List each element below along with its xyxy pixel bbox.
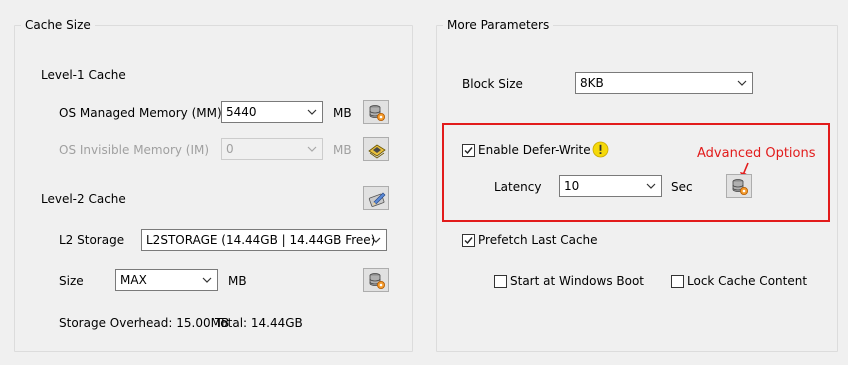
level2-cache-heading: Level-2 Cache: [41, 192, 126, 206]
l2-storage-label: L2 Storage: [59, 233, 125, 247]
level2-cache-edit-button[interactable]: [363, 186, 389, 210]
database-gear-icon: [369, 273, 385, 289]
start-at-windows-boot-label[interactable]: Start at Windows Boot: [510, 273, 644, 289]
prefetch-last-cache-label[interactable]: Prefetch Last Cache: [478, 232, 598, 248]
database-gear-icon: [732, 179, 748, 195]
advanced-options-button[interactable]: [726, 174, 752, 198]
l2-storage-value: L2STORAGE (14.44GB | 14.44GB Free): [146, 233, 376, 247]
chevron-down-icon: [646, 183, 656, 189]
enable-defer-write-checkbox[interactable]: [462, 144, 475, 157]
checkmark-icon: [464, 147, 473, 155]
latency-combo[interactable]: 10: [559, 175, 662, 197]
os-invisible-memory-label: OS Invisible Memory (IM): [59, 143, 210, 157]
l2-size-value: MAX: [120, 273, 147, 287]
latency-label: Latency: [494, 180, 542, 194]
os-invisible-memory-value: 0: [226, 142, 234, 156]
lock-cache-content-label[interactable]: Lock Cache Content: [687, 273, 807, 289]
storage-overhead-text: Storage Overhead: 15.00MB: [59, 316, 230, 330]
advanced-options-annotation: Advanced Options: [697, 146, 816, 161]
os-managed-memory-label: OS Managed Memory (MM): [59, 106, 222, 120]
latency-value: 10: [564, 179, 580, 193]
chevron-down-icon: [307, 109, 317, 115]
l2-size-settings-button[interactable]: [363, 268, 389, 292]
chevron-down-icon: [737, 80, 747, 86]
memory-settings-button[interactable]: [363, 100, 389, 124]
chevron-down-icon: [307, 146, 317, 152]
chevron-down-icon: [202, 277, 212, 283]
level1-cache-heading: Level-1 Cache: [41, 68, 126, 82]
database-gear-icon: [369, 105, 385, 121]
latency-unit: Sec: [671, 180, 693, 194]
checkmark-icon: [464, 237, 473, 245]
prefetch-last-cache-checkbox[interactable]: [462, 234, 475, 247]
defer-write-highlight-box: [442, 123, 830, 222]
memory-chip-icon: [368, 144, 386, 159]
lock-cache-content-checkbox[interactable]: [671, 275, 684, 288]
l2-size-combo[interactable]: MAX: [115, 269, 218, 291]
os-managed-memory-value: 5440: [226, 105, 257, 119]
invisible-memory-settings-button[interactable]: [363, 137, 389, 161]
os-invisible-memory-unit: MB: [333, 143, 352, 157]
start-at-windows-boot-checkbox[interactable]: [494, 275, 507, 288]
block-size-label: Block Size: [462, 77, 523, 91]
os-invisible-memory-combo[interactable]: 0: [221, 138, 323, 160]
l2-size-label: Size: [59, 274, 84, 288]
os-managed-memory-combo[interactable]: 5440: [221, 101, 323, 123]
cache-size-title: Cache Size: [21, 18, 95, 32]
l2-size-unit: MB: [228, 274, 247, 288]
more-parameters-title: More Parameters: [443, 18, 554, 32]
disk-edit-icon: [368, 192, 386, 207]
block-size-value: 8KB: [580, 76, 604, 90]
storage-total-text: Total: 14.44GB: [215, 316, 303, 330]
os-managed-memory-unit: MB: [333, 106, 352, 120]
enable-defer-write-label[interactable]: Enable Defer-Write: [478, 142, 591, 158]
warning-icon: [592, 141, 609, 158]
block-size-combo[interactable]: 8KB: [575, 72, 753, 94]
chevron-down-icon: [371, 237, 381, 243]
l2-storage-combo[interactable]: L2STORAGE (14.44GB | 14.44GB Free): [141, 229, 387, 251]
